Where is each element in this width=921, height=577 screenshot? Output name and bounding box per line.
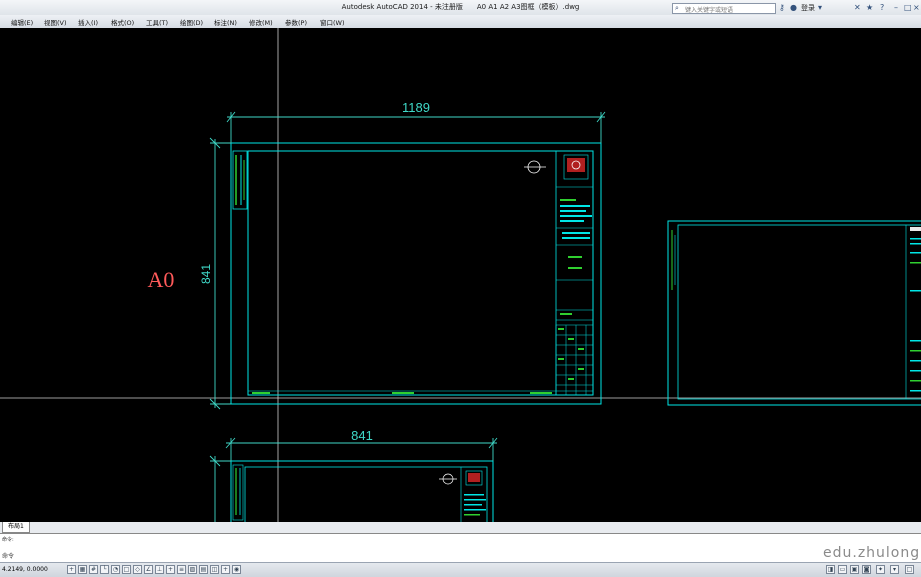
minimize-icon[interactable]: – <box>894 2 898 13</box>
layout-tabs-bar: 布局1 <box>0 522 921 533</box>
selection-cycling-icon[interactable]: ◫ <box>210 565 219 574</box>
user-dropdown-icon[interactable]: ▾ <box>818 2 822 13</box>
3d-osnap-icon[interactable]: ◇ <box>133 565 142 574</box>
a1-width-label: 841 <box>351 428 373 443</box>
model-space[interactable]: 1189 841 A0 841 <box>0 28 921 522</box>
search-input[interactable]: ⌕ 键入关键字或短语 <box>672 3 776 14</box>
lock-icon[interactable]: ▣ <box>850 565 859 574</box>
watermark: edu.zhulong <box>823 545 921 561</box>
ortho-mode-icon[interactable]: └ <box>100 565 109 574</box>
menu-bar: 编辑(E) 视图(V) 插入(I) 格式(O) 工具(T) 绘图(D) 标注(N… <box>0 15 921 29</box>
company-logo <box>567 158 585 172</box>
workspace-icon[interactable]: ◨ <box>826 565 835 574</box>
a1-frame[interactable] <box>230 460 494 522</box>
menu-format[interactable]: 格式(O) <box>111 17 134 27</box>
menu-draw[interactable]: 绘图(D) <box>180 17 203 27</box>
status-bar: 4.2149, 0.0000 + ▦ # └ ◔ □ ◇ ∠ ⊥ + ≡ ▨ ▤… <box>0 562 921 577</box>
model-space-icon[interactable]: ◉ <box>232 565 241 574</box>
isolate-objects-icon[interactable]: ✦ <box>876 565 885 574</box>
search-icon: ⌕ <box>675 4 679 12</box>
menu-dimension[interactable]: 标注(N) <box>214 17 237 27</box>
quick-properties-icon[interactable]: ▤ <box>199 565 208 574</box>
a0-height-label: 841 <box>199 264 213 284</box>
search-placeholder: 键入关键字或短语 <box>685 7 734 14</box>
key-icon[interactable]: ⚷ <box>779 2 785 13</box>
a0-height-dimension[interactable] <box>209 137 231 410</box>
a1-height-dimension[interactable] <box>209 455 231 522</box>
layout-icon[interactable]: ▭ <box>838 565 847 574</box>
command-line[interactable]: 命令: 命令 <box>0 533 921 563</box>
help-icon[interactable]: ? <box>880 2 884 13</box>
transparency-icon[interactable]: ▨ <box>188 565 197 574</box>
maximize-icon[interactable]: □ <box>904 2 912 13</box>
title-bar: Autodesk AutoCAD 2014 - 未注册版 A0 A1 A2 A3图… <box>0 0 921 16</box>
menu-edit[interactable]: 编辑(E) <box>11 17 33 27</box>
ducs-icon[interactable]: ⊥ <box>155 565 164 574</box>
annotation-monitor-icon[interactable]: + <box>221 565 230 574</box>
infer-constraints-icon[interactable]: + <box>67 565 76 574</box>
menu-modify[interactable]: 修改(M) <box>249 17 273 27</box>
file-name: A0 A1 A2 A3图框（模板）.dwg <box>476 3 580 11</box>
otrack-icon[interactable]: ∠ <box>144 565 153 574</box>
menu-window[interactable]: 窗口(W) <box>320 17 345 27</box>
right-frame[interactable] <box>667 220 921 406</box>
hardware-acceleration-icon[interactable]: ◙ <box>862 565 871 574</box>
exchange-icon[interactable]: ✕ <box>854 2 861 13</box>
dyn-input-icon[interactable]: + <box>166 565 175 574</box>
a0-width-dimension[interactable] <box>226 111 606 143</box>
tab-layout1[interactable]: 布局1 <box>2 522 30 533</box>
osnap-icon[interactable]: □ <box>122 565 131 574</box>
coordinates-readout: 4.2149, 0.0000 <box>2 566 48 573</box>
a0-width-label: 1189 <box>402 100 430 115</box>
app-title: Autodesk AutoCAD 2014 - 未注册版 <box>341 3 463 11</box>
user-icon[interactable]: ● <box>790 2 797 13</box>
login-button[interactable]: 登录 <box>801 3 815 13</box>
lineweight-icon[interactable]: ≡ <box>177 565 186 574</box>
snap-mode-icon[interactable]: ▦ <box>78 565 87 574</box>
menu-insert[interactable]: 插入(I) <box>78 17 98 27</box>
a0-size-label: A0 <box>148 267 175 292</box>
grid-display-icon[interactable]: # <box>89 565 98 574</box>
command-history: 命令: <box>2 537 14 543</box>
command-prompt[interactable]: 命令 <box>2 551 14 560</box>
a0-frame[interactable] <box>230 142 602 405</box>
star-icon[interactable]: ★ <box>866 2 873 13</box>
polar-tracking-icon[interactable]: ◔ <box>111 565 120 574</box>
close-icon[interactable]: × <box>913 2 920 13</box>
menu-tools[interactable]: 工具(T) <box>146 17 168 27</box>
drawing-canvas[interactable]: 1189 841 A0 841 <box>0 28 921 522</box>
settings-icon[interactable]: ▾ <box>890 565 899 574</box>
menu-parametric[interactable]: 参数(P) <box>285 17 307 27</box>
clean-screen-icon[interactable]: □ <box>905 565 914 574</box>
menu-view[interactable]: 视图(V) <box>44 17 67 27</box>
